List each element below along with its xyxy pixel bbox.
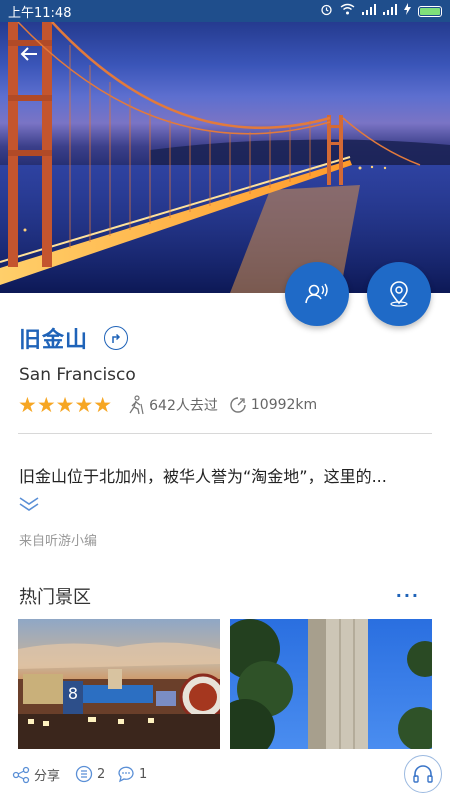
signal-icon [383, 3, 397, 19]
location-pin-icon [390, 281, 408, 307]
list-button[interactable]: 2 [75, 765, 105, 783]
comment-icon [118, 766, 134, 783]
place-title: 旧金山 [19, 328, 89, 353]
share-icon [12, 766, 30, 783]
spot-thumbnail-fishermans-wharf[interactable]: 8 [18, 619, 220, 749]
signal-icon [362, 3, 376, 19]
distance: 10992km [228, 395, 317, 415]
comment-count: 1 [139, 766, 148, 782]
charging-icon [404, 3, 411, 19]
comment-button[interactable]: 1 [117, 765, 147, 783]
distance-icon [230, 397, 246, 413]
list-count: 2 [97, 766, 106, 782]
fishermans-wharf-image: 8 [18, 642, 220, 749]
turn-arrow-icon [112, 333, 121, 343]
guide-person-icon [305, 283, 328, 304]
back-arrow-icon[interactable] [20, 44, 38, 66]
divider [18, 433, 432, 434]
title-row: 旧金山 [19, 322, 129, 354]
spot-thumbnail-coit-tower[interactable] [230, 619, 432, 749]
source-text: 来自听游小编 [19, 534, 98, 549]
hero-image [0, 0, 450, 293]
coit-tower-image [230, 619, 432, 749]
alarm-icon [320, 3, 333, 20]
meta-row: ★★★★★ 642人去过 10992km [18, 393, 327, 417]
more-dots-icon[interactable]: ··· [396, 586, 420, 605]
headphones-icon [413, 765, 433, 783]
battery-icon [418, 5, 442, 17]
status-icons [320, 3, 442, 20]
share-button[interactable]: 分享 [12, 765, 60, 784]
status-time: 上午11:48 [8, 5, 72, 21]
list-icon [75, 765, 93, 783]
svg-text:8: 8 [68, 684, 78, 703]
expand-button[interactable] [18, 496, 40, 516]
chevron-down-icon [19, 497, 39, 511]
distance-text: 10992km [250, 397, 318, 413]
status-bar: 上午11:48 [0, 0, 450, 22]
share-label: 分享 [34, 769, 61, 784]
visitors-count: 642人去过 [126, 395, 218, 415]
audio-button[interactable] [404, 755, 442, 793]
section-title: 热门景区 [19, 587, 91, 608]
place-description: 旧金山位于北加州，被华人誉为“淘金地”，这里的... [19, 467, 387, 486]
guide-button[interactable] [285, 262, 349, 326]
rating-stars: ★★★★★ [18, 393, 113, 417]
location-button[interactable] [367, 262, 431, 326]
navigate-button[interactable] [104, 326, 129, 350]
bottom-bar: 分享 2 1 [0, 749, 450, 800]
place-english-name: San Francisco [19, 365, 136, 385]
visitors-text: 642人去过 [149, 398, 218, 414]
wifi-icon [340, 3, 355, 19]
walker-icon [129, 395, 144, 415]
golden-gate-bridge-illustration [0, 21, 450, 293]
